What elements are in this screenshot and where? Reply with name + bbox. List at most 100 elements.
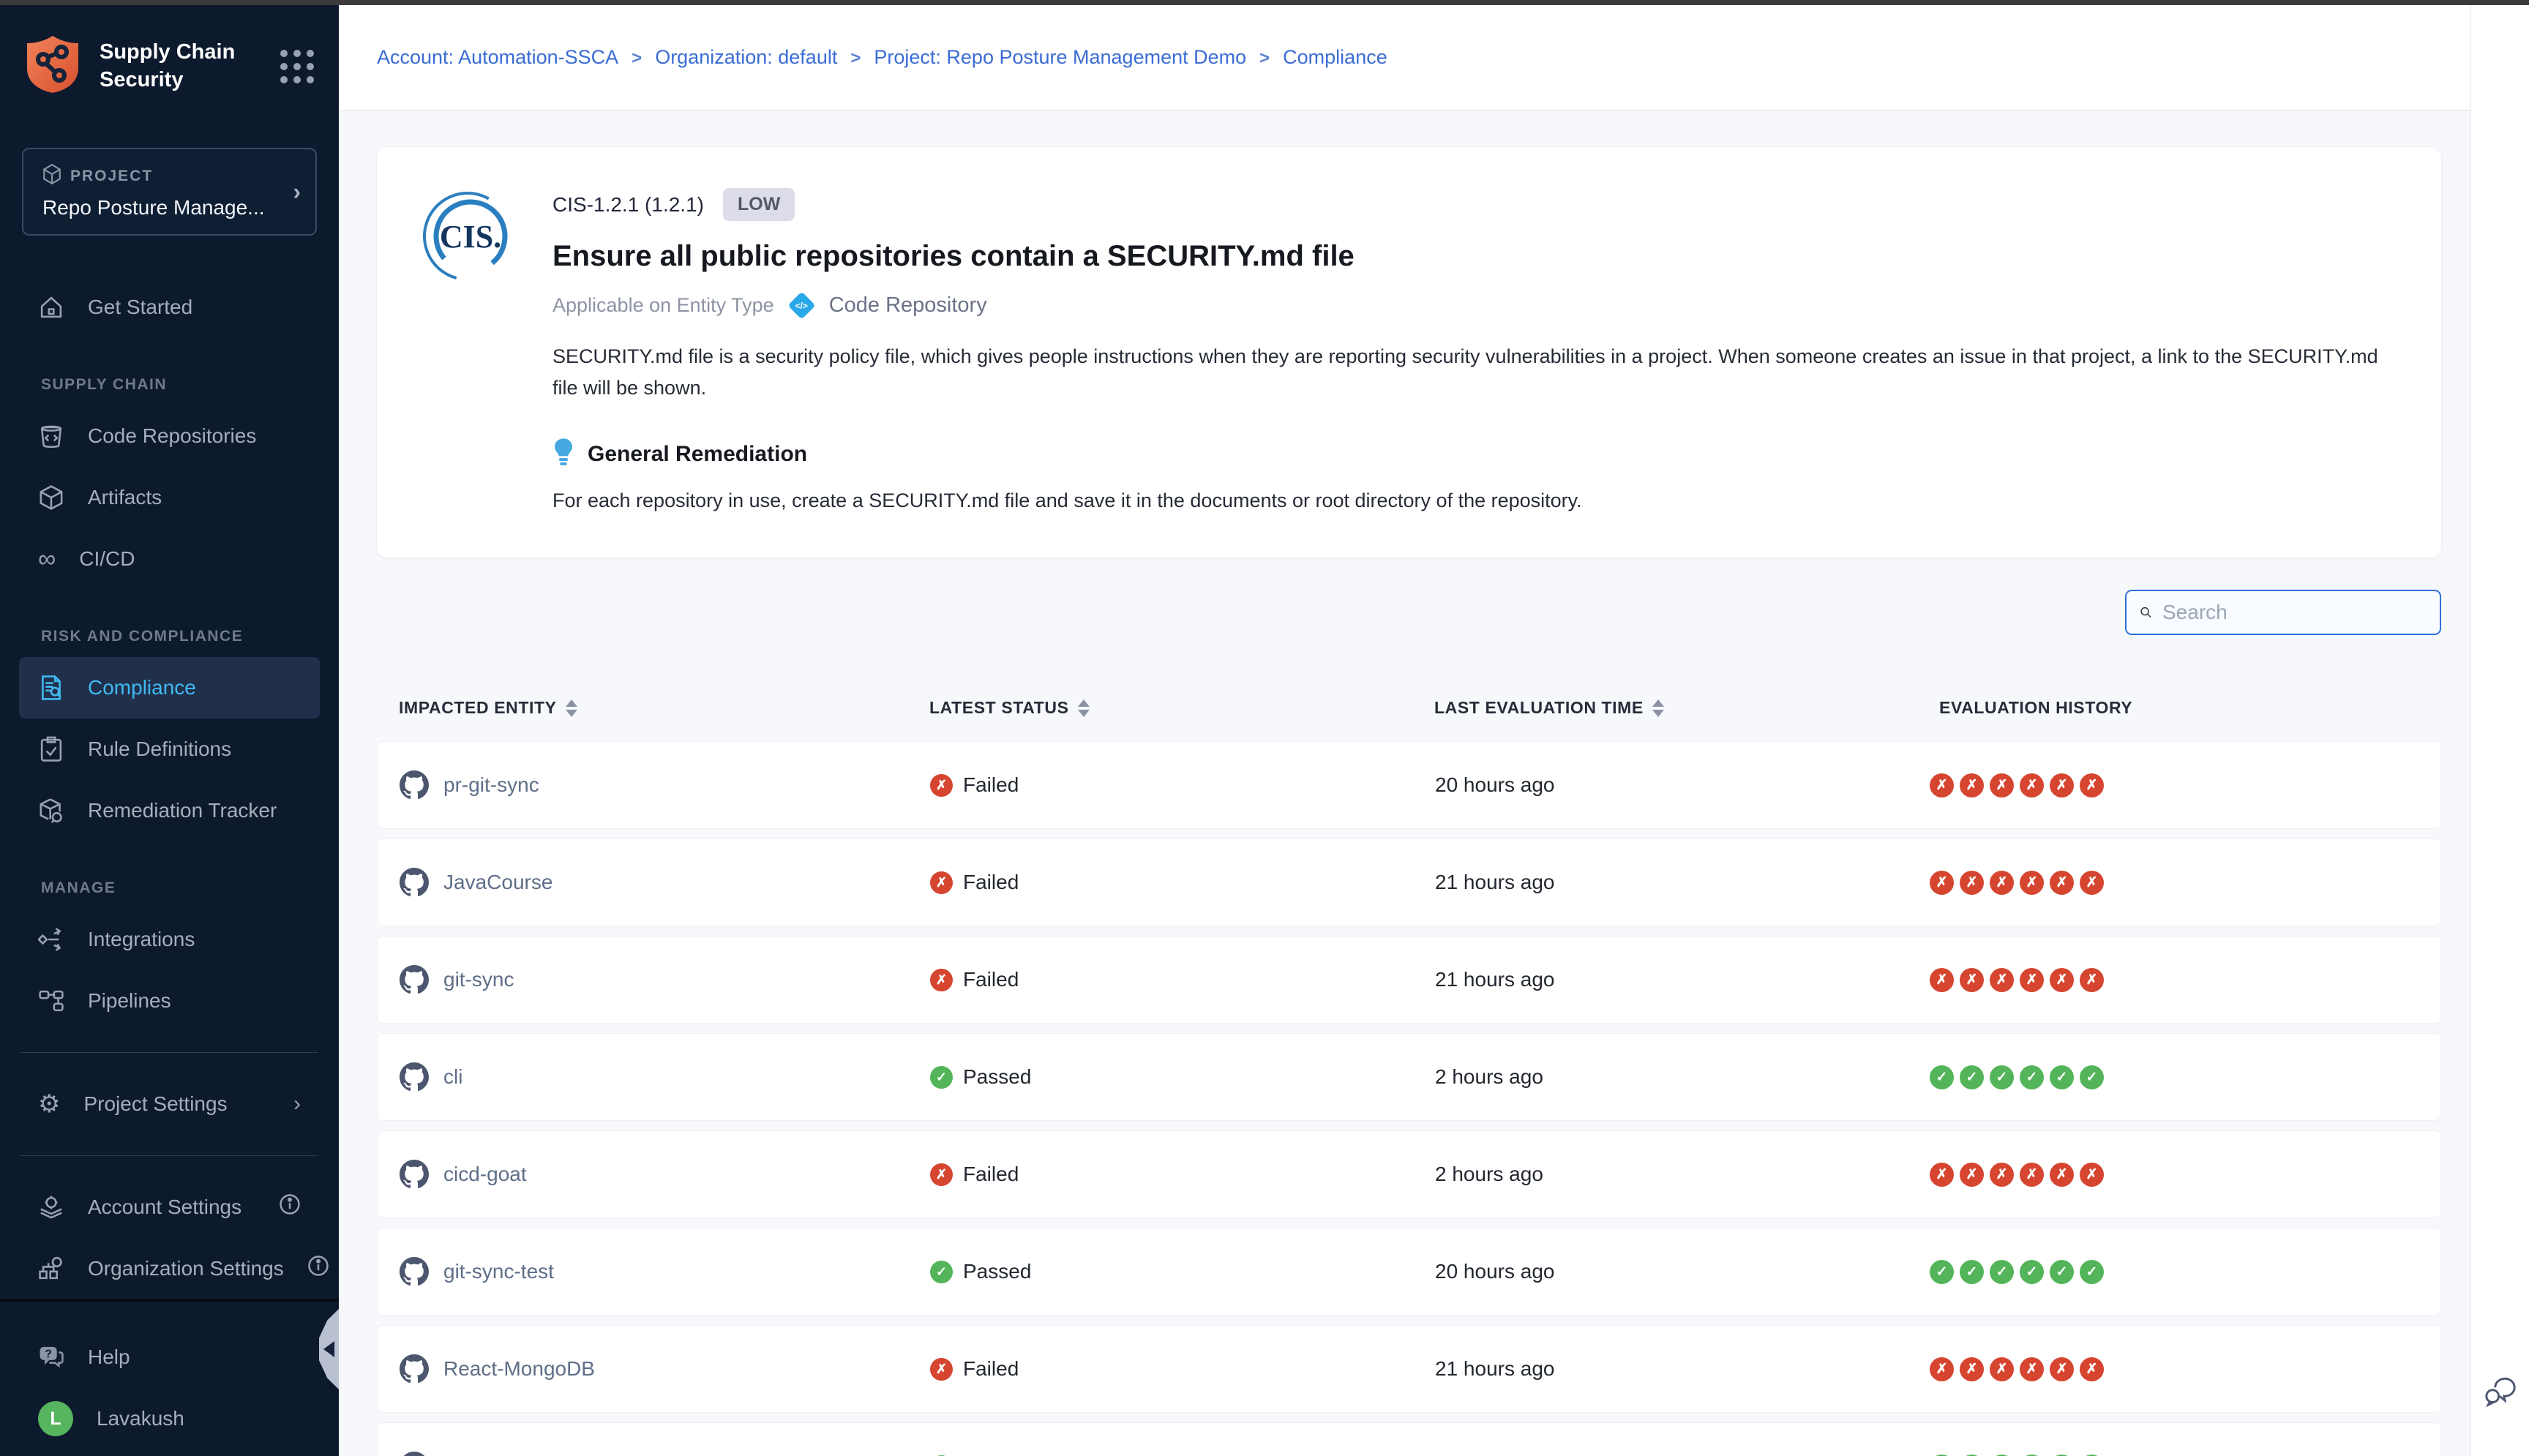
sidebar-item-get-started[interactable]: Get Started	[19, 277, 320, 338]
sidebar-item-remediation-tracker[interactable]: Remediation Tracker	[19, 780, 320, 841]
entity-name-link[interactable]: cli	[443, 1065, 462, 1089]
info-icon[interactable]	[307, 1255, 329, 1283]
history-fail-icon[interactable]: ✗	[1930, 871, 1954, 895]
sidebar-item-pipelines[interactable]: Pipelines	[19, 970, 320, 1032]
table-row[interactable]: pr-git-sync✗Failed20 hours ago✗✗✗✗✗✗	[377, 741, 2441, 829]
entity-name-link[interactable]: pr-git-sync	[443, 773, 539, 797]
history-fail-icon[interactable]: ✗	[1960, 773, 1984, 798]
table-row[interactable]: React-MongoDB✗Failed21 hours ago✗✗✗✗✗✗	[377, 1325, 2441, 1413]
rule-title: Ensure all public repositories contain a…	[552, 240, 2397, 273]
history-fail-icon[interactable]: ✗	[2050, 871, 2074, 895]
history-pass-icon[interactable]: ✓	[1930, 1065, 1954, 1089]
history-fail-icon[interactable]: ✗	[1960, 1357, 1984, 1381]
history-fail-icon[interactable]: ✗	[1990, 1357, 2014, 1381]
sidebar-item-help[interactable]: ? Help	[19, 1326, 320, 1388]
status-cell: ✗Failed	[908, 871, 1413, 894]
entity-cell: JavaCourse	[378, 868, 908, 897]
compliance-table-body: pr-git-sync✗Failed20 hours ago✗✗✗✗✗✗Java…	[377, 741, 2441, 1456]
sidebar-item-compliance[interactable]: Compliance	[19, 657, 320, 718]
entity-name-link[interactable]: git-sync-test	[443, 1260, 554, 1283]
sidebar-item-user-profile[interactable]: L Lavakush	[19, 1388, 320, 1449]
history-fail-icon[interactable]: ✗	[2020, 968, 2044, 992]
table-row[interactable]: git-sync✗Failed21 hours ago✗✗✗✗✗✗	[377, 936, 2441, 1024]
entity-name-link[interactable]: cicd-goat	[443, 1163, 527, 1186]
sidebar-item-project-settings[interactable]: ⚙ Project Settings ›	[19, 1073, 320, 1135]
table-row[interactable]: ✓Passed✓✓✓✓✓✓	[377, 1422, 2441, 1456]
history-pass-icon[interactable]: ✓	[1960, 1065, 1984, 1089]
sidebar-item-cicd[interactable]: ∞ CI/CD	[19, 528, 320, 590]
failed-x-icon: ✗	[930, 871, 953, 894]
organization-settings-icon	[38, 1256, 64, 1282]
search-input[interactable]	[2162, 601, 2427, 624]
history-fail-icon[interactable]: ✗	[2050, 773, 2074, 798]
history-fail-icon[interactable]: ✗	[2020, 1163, 2044, 1187]
history-fail-icon[interactable]: ✗	[1960, 871, 1984, 895]
entity-name-link[interactable]: React-MongoDB	[443, 1357, 595, 1381]
history-fail-icon[interactable]: ✗	[1990, 773, 2014, 798]
code-repository-icon	[38, 423, 64, 449]
history-fail-icon[interactable]: ✗	[1930, 773, 1954, 798]
entity-name-link[interactable]: JavaCourse	[443, 871, 552, 894]
history-pass-icon[interactable]: ✓	[2050, 1260, 2074, 1284]
history-pass-icon[interactable]: ✓	[1990, 1065, 2014, 1089]
sidebar-item-rule-definitions[interactable]: Rule Definitions	[19, 718, 320, 780]
breadcrumb-project[interactable]: Project: Repo Posture Management Demo	[874, 46, 1283, 69]
history-pass-icon[interactable]: ✓	[2080, 1065, 2104, 1089]
history-pass-icon[interactable]: ✓	[2020, 1260, 2044, 1284]
history-fail-icon[interactable]: ✗	[2080, 773, 2104, 798]
status-cell: ✓Passed	[908, 1065, 1413, 1089]
history-fail-icon[interactable]: ✗	[2080, 871, 2104, 895]
history-fail-icon[interactable]: ✗	[2020, 871, 2044, 895]
history-pass-icon[interactable]: ✓	[2020, 1065, 2044, 1089]
history-fail-icon[interactable]: ✗	[2020, 1357, 2044, 1381]
history-fail-icon[interactable]: ✗	[1990, 968, 2014, 992]
history-pass-icon[interactable]: ✓	[2080, 1260, 2104, 1284]
sidebar-item-account-settings[interactable]: Account Settings	[19, 1177, 320, 1238]
status-cell: ✗Failed	[908, 968, 1413, 991]
breadcrumb-account[interactable]: Account: Automation-SSCA	[377, 46, 655, 69]
module-switcher-icon[interactable]	[280, 50, 314, 83]
breadcrumb-organization[interactable]: Organization: default	[655, 46, 874, 69]
history-fail-icon[interactable]: ✗	[2050, 968, 2074, 992]
table-row[interactable]: JavaCourse✗Failed21 hours ago✗✗✗✗✗✗	[377, 838, 2441, 926]
history-fail-icon[interactable]: ✗	[2050, 1163, 2074, 1187]
history-fail-icon[interactable]: ✗	[1930, 1163, 1954, 1187]
history-pass-icon[interactable]: ✓	[1930, 1260, 1954, 1284]
history-fail-icon[interactable]: ✗	[2050, 1357, 2074, 1381]
history-fail-icon[interactable]: ✗	[1990, 871, 2014, 895]
project-selector[interactable]: PROJECT Repo Posture Manage... ›	[22, 148, 317, 236]
search-icon	[2140, 602, 2152, 623]
history-fail-icon[interactable]: ✗	[2020, 773, 2044, 798]
history-pass-icon[interactable]: ✓	[1960, 1260, 1984, 1284]
rule-id: CIS-1.2.1 (1.2.1)	[552, 193, 704, 217]
table-row[interactable]: cicd-goat✗Failed2 hours ago✗✗✗✗✗✗	[377, 1130, 2441, 1218]
sort-latest-status[interactable]	[1078, 699, 1090, 717]
history-pass-icon[interactable]: ✓	[1990, 1260, 2014, 1284]
history-fail-icon[interactable]: ✗	[1960, 1163, 1984, 1187]
rule-description: SECURITY.md file is a security policy fi…	[552, 341, 2397, 404]
sidebar-item-code-repositories[interactable]: Code Repositories	[19, 405, 320, 467]
history-fail-icon[interactable]: ✗	[2080, 1163, 2104, 1187]
entity-cell: pr-git-sync	[378, 770, 908, 800]
entity-name-link[interactable]: git-sync	[443, 968, 514, 991]
sidebar-item-integrations[interactable]: Integrations	[19, 909, 320, 970]
history-pass-icon[interactable]: ✓	[2050, 1065, 2074, 1089]
integrations-icon	[38, 926, 64, 953]
breadcrumb-compliance[interactable]: Compliance	[1283, 46, 1387, 69]
sidebar-item-organization-settings[interactable]: Organization Settings	[19, 1238, 320, 1299]
support-chat-icon[interactable]	[2483, 1375, 2518, 1411]
sort-impacted-entity[interactable]	[566, 699, 577, 717]
sort-last-evaluation-time[interactable]	[1652, 699, 1664, 717]
history-fail-icon[interactable]: ✗	[2080, 1357, 2104, 1381]
info-icon[interactable]	[279, 1193, 301, 1221]
table-row[interactable]: git-sync-test✓Passed20 hours ago✓✓✓✓✓✓	[377, 1228, 2441, 1316]
history-fail-icon[interactable]: ✗	[1960, 968, 1984, 992]
table-row[interactable]: cli✓Passed2 hours ago✓✓✓✓✓✓	[377, 1033, 2441, 1121]
history-fail-icon[interactable]: ✗	[1930, 1357, 1954, 1381]
last-evaluation-time: 2 hours ago	[1413, 1065, 1918, 1089]
github-icon	[400, 770, 429, 800]
history-fail-icon[interactable]: ✗	[2080, 968, 2104, 992]
history-fail-icon[interactable]: ✗	[1930, 968, 1954, 992]
sidebar-item-artifacts[interactable]: Artifacts	[19, 467, 320, 528]
history-fail-icon[interactable]: ✗	[1990, 1163, 2014, 1187]
